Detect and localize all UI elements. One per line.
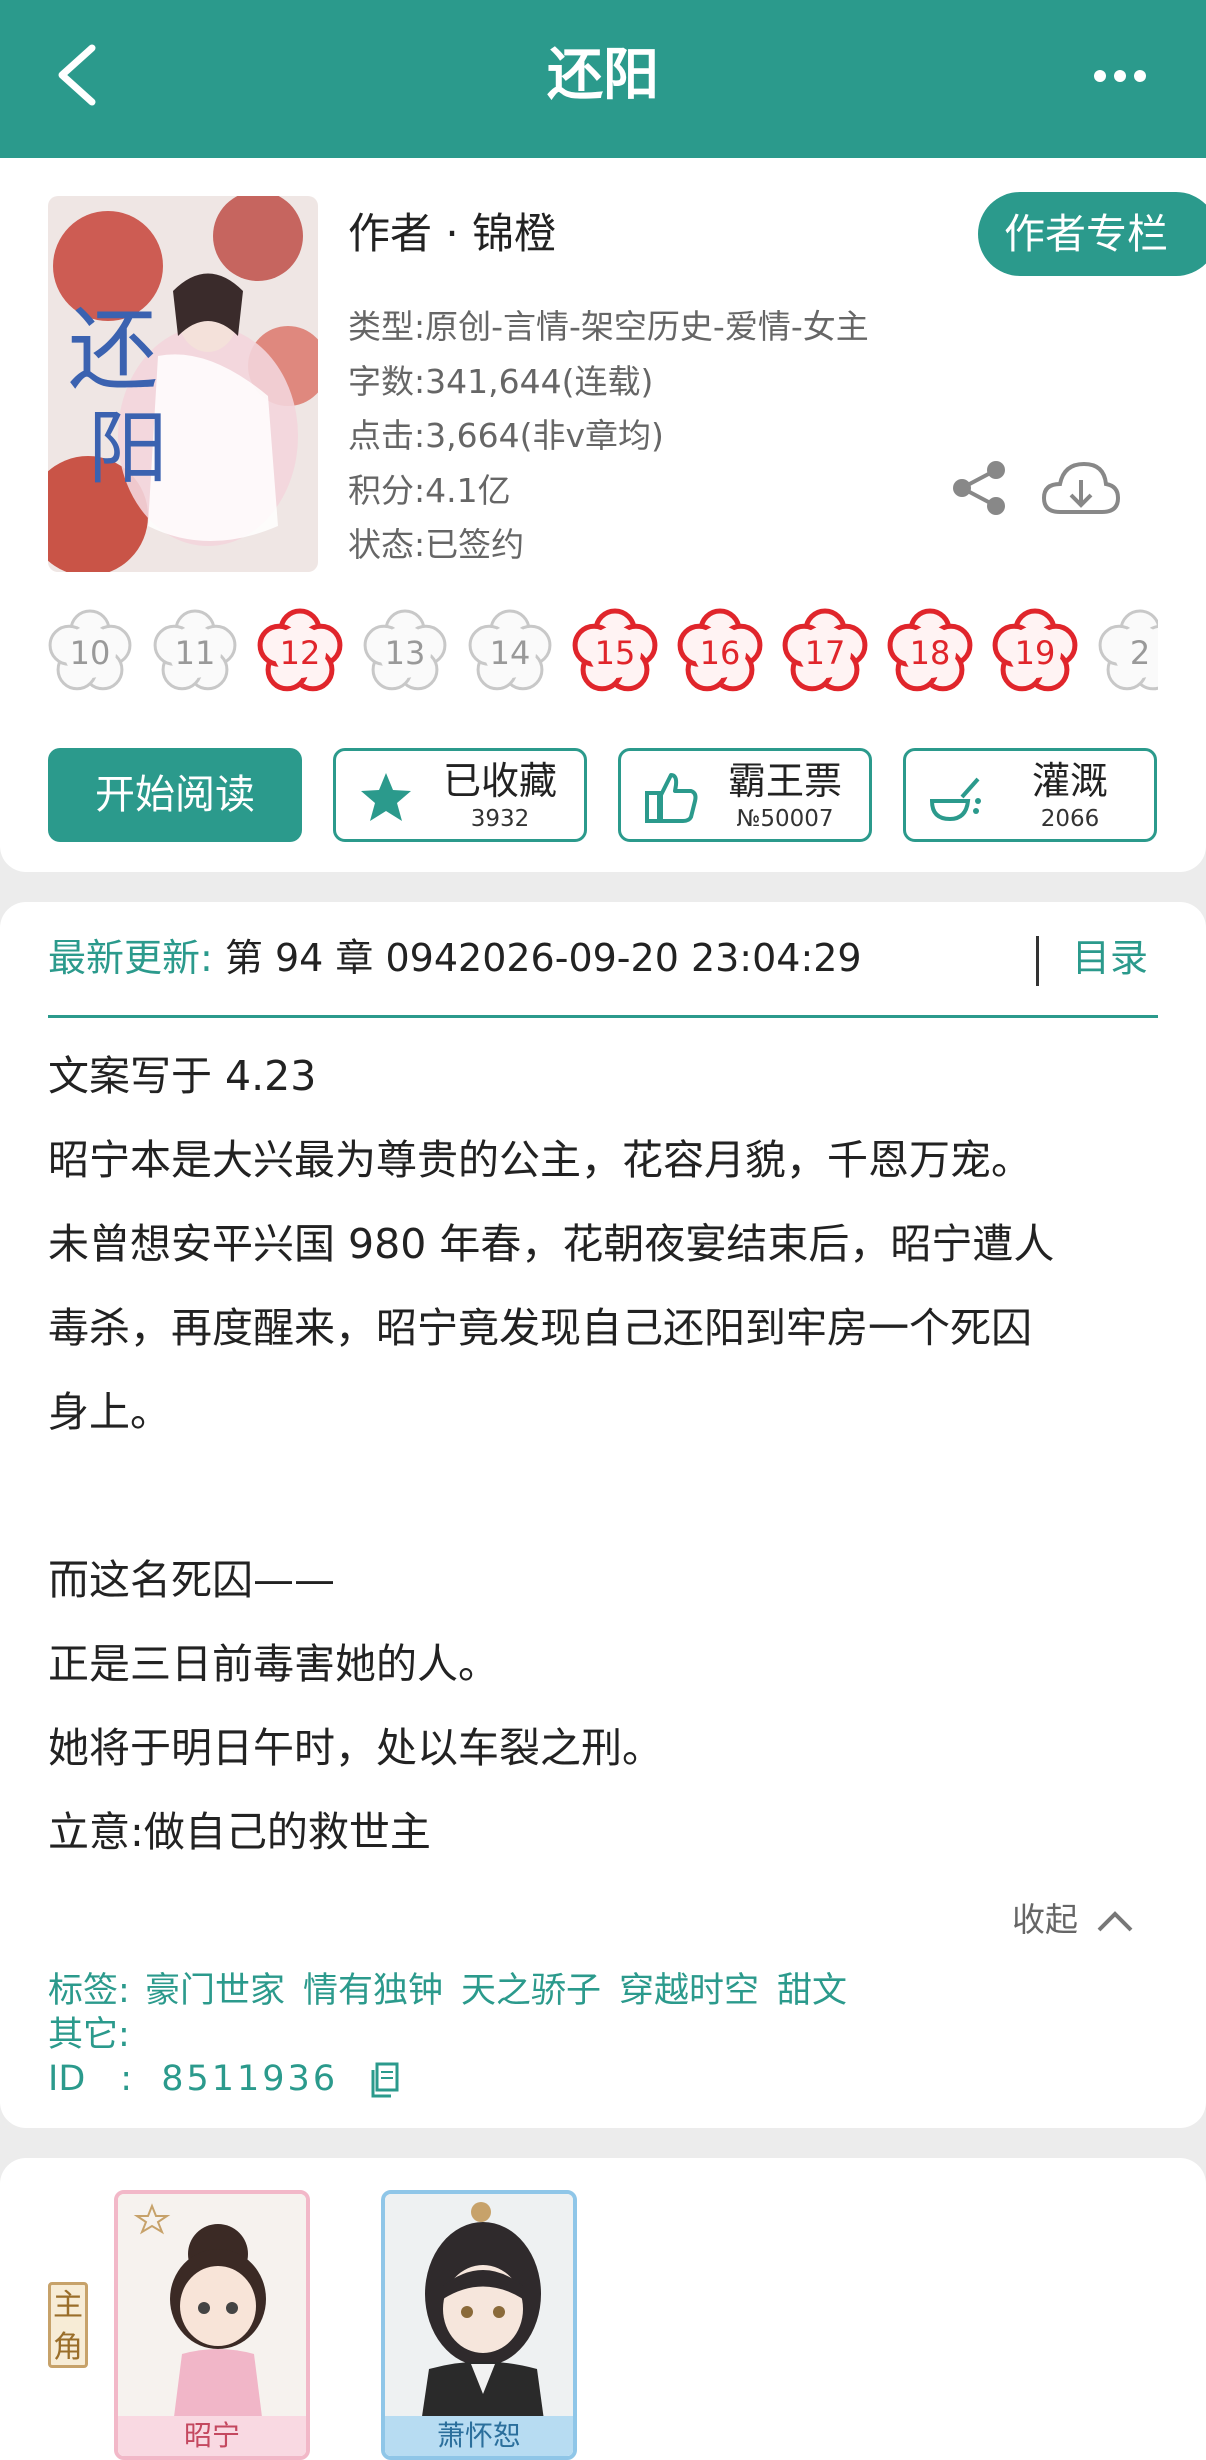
collect-button[interactable]: 已收藏 3932 [333,748,587,842]
divider [1036,936,1039,986]
word-count-text: 字数:341,644(连载) [348,362,654,401]
cover-title-char2: 阳 [88,402,168,495]
id-row: ID : 8511936 [48,2056,401,2102]
tag-link[interactable]: 天之骄子 [461,1971,601,2011]
description-line: 立意:做自己的救世主 [48,1808,431,1856]
flower-level-label: 2 [1130,634,1150,672]
water-count: 2066 [1040,806,1100,832]
more-dots-icon[interactable] [1090,56,1150,96]
main-role-badge: 主角 [48,2282,88,2368]
description-line: 毒杀，再度醒来，昭宁竟发现自己还阳到牢房一个死囚 [48,1304,1032,1352]
flower-active-icon: 18 [887,608,973,692]
flower-inactive-icon: 2 [1098,609,1158,691]
description-line: 身上。 [48,1388,171,1436]
collapse-label: 收起 [1012,1900,1078,1939]
thumbs-up-icon [645,773,698,823]
flower-active-icon: 16 [677,608,763,692]
flower-inactive-icon: 11 [153,609,237,691]
tag-link[interactable]: 穿越时空 [619,1971,759,2011]
divider [48,1015,1158,1018]
description-line: 她将于明日午时，处以车裂之刑。 [48,1724,663,1772]
ticket-count: №50007 [736,806,834,832]
description-line: 昭宁本是大兴最为尊贵的公主，花容月貌，千恩万宠。 [48,1136,1032,1184]
toc-link[interactable]: 目录 [1072,928,1148,988]
latest-update[interactable]: 最新更新: 第 94 章 0942026-09-20 23:04:29 [48,928,862,988]
flower-level-label: 15 [595,634,636,672]
collect-label: 已收藏 [442,759,557,803]
water-label: 灌溉 [1031,759,1108,803]
cover-title-char1: 还 [68,298,158,403]
collapse-button[interactable]: 收起 [1012,1890,1135,1950]
collect-count: 3932 [470,806,530,832]
clicks-text: 点击:3,664(非v章均) [348,416,664,455]
water-button[interactable]: 灌溉 2066 [903,748,1157,842]
description-line: 文案写于 4.23 [48,1052,317,1100]
flower-level-label: 13 [385,634,426,672]
chevron-up-icon [1097,1910,1132,1931]
flower-active-icon: 17 [782,608,868,692]
character-card[interactable]: 萧怀恕 [381,2190,577,2460]
id-label: ID : [48,2059,133,2099]
page-title: 还阳 [547,43,659,108]
description-line: 未曾想安平兴国 980 年春，花朝夜宴结束后，昭宁遭人 [48,1220,1055,1268]
flower-inactive-icon: 14 [468,609,552,691]
status-text: 状态:已签约 [348,525,525,564]
id-value: 8511936 [161,2059,339,2099]
flower-level-label: 10 [70,634,111,672]
tag-link[interactable]: 情有独钟 [303,1971,443,2011]
copy-icon[interactable] [367,2060,401,2100]
flower-level-label: 19 [1015,634,1056,672]
tag-link[interactable]: 豪门世家 [145,1971,285,2011]
star-icon [361,773,411,821]
character-name: 萧怀恕 [385,2416,573,2456]
flower-level-label: 18 [910,634,951,672]
flower-level-label: 11 [175,634,216,672]
flower-active-icon: 12 [257,608,343,692]
latest-update-label: 最新更新: [48,936,213,980]
description-line [48,1454,1158,1538]
book-cover[interactable]: 还 阳 [48,196,318,572]
flower-level-strip[interactable]: 10 11 12 13 14 15 16 17 18 19 2 [48,600,1158,710]
other-row: 其它: [48,2015,130,2055]
flower-level-label: 17 [805,634,846,672]
share-icon[interactable] [948,458,1010,518]
download-icon[interactable] [1040,458,1120,522]
book-description: 文案写于 4.23 昭宁本是大兴最为尊贵的公主，花容月貌，千恩万宠。 未曾想安平兴国… [48,1034,1158,1874]
flower-inactive-icon: 10 [48,609,132,691]
description-line: 而这名死囚—— [48,1556,335,1604]
flower-active-icon: 15 [572,608,658,692]
flower-level-label: 16 [700,634,741,672]
tags-row: 标签: 豪门世家 情有独钟 天之骄子 穿越时空 甜文 [48,1968,865,2014]
author-column-button[interactable]: 作者专栏 [978,192,1206,276]
flower-inactive-icon: 13 [363,609,447,691]
genre-text: 类型:原创-言情-架空历史-爱情-女主 [348,307,869,346]
character-card[interactable]: 昭宁 [114,2190,310,2460]
tags-label: 标签: [48,1971,130,2011]
author-name[interactable]: 作者 · 锦橙 [348,200,556,268]
score-text: 积分:4.1亿 [348,471,511,510]
description-line: 正是三日前毒害她的人。 [48,1640,499,1688]
latest-update-value: 第 94 章 0942026-09-20 23:04:29 [224,936,862,980]
watering-icon [929,777,981,822]
ticket-label: 霸王票 [727,759,842,803]
tag-link[interactable]: 甜文 [777,1971,847,2011]
character-name: 昭宁 [118,2416,306,2456]
flower-level-label: 14 [490,634,531,672]
ticket-button[interactable]: 霸王票 №50007 [618,748,872,842]
start-reading-button[interactable]: 开始阅读 [48,748,302,842]
flower-level-label: 12 [280,634,321,672]
flower-active-icon: 19 [992,608,1078,692]
